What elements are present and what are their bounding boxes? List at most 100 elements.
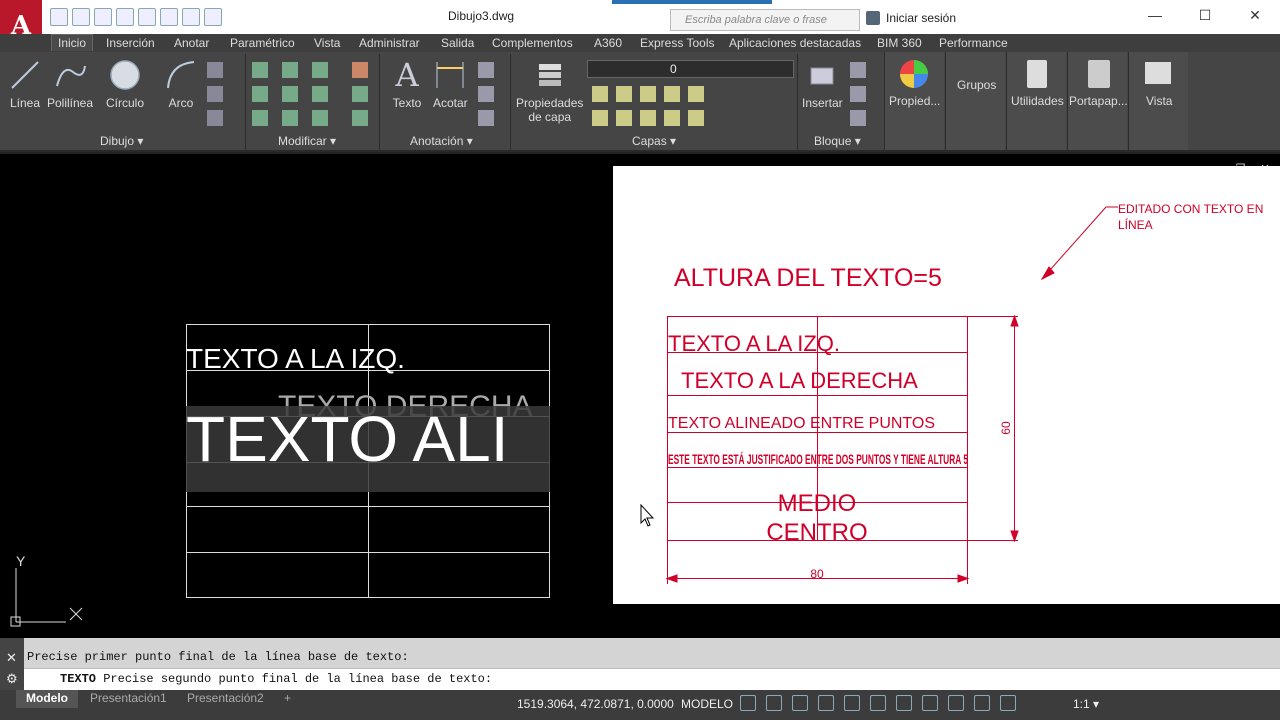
polyline-tool[interactable]: Polilínea — [47, 58, 93, 110]
layer-tool-icon[interactable] — [664, 86, 680, 102]
paper-space[interactable]: ALTURA DEL TEXTO=5 EDITADO CON TEXTO EN … — [613, 166, 1280, 604]
tab-modelo[interactable]: Modelo — [16, 690, 78, 708]
circle-tool[interactable]: Círculo — [106, 58, 144, 110]
region-icon[interactable] — [207, 110, 223, 126]
panel-bloque[interactable]: Bloque ▾ — [814, 134, 861, 148]
tab-a360[interactable]: A360 — [594, 36, 622, 50]
array-icon[interactable] — [312, 110, 328, 126]
wrench-icon[interactable]: ⚙ — [6, 671, 18, 687]
panel-dibujo[interactable]: Dibujo ▾ — [100, 134, 143, 148]
layer-tool-icon[interactable] — [640, 86, 656, 102]
tab-complementos[interactable]: Complementos — [492, 36, 573, 50]
insert-tool[interactable]: Insertar — [802, 58, 843, 110]
tab-parametrico[interactable]: Paramétrico — [230, 36, 295, 50]
tab-bim360[interactable]: BIM 360 — [877, 36, 922, 50]
open-icon[interactable] — [72, 8, 90, 26]
model-text-row3[interactable]: TEXTO ALI — [186, 403, 509, 475]
properties-panel[interactable]: Propied... — [884, 52, 944, 150]
grid-icon[interactable] — [740, 695, 756, 711]
annotation-note-line2[interactable]: LÍNEA — [1118, 217, 1153, 232]
layer-properties-tool[interactable]: Propiedades de capa — [516, 58, 583, 124]
layer-tool-icon[interactable] — [664, 110, 680, 126]
coordinates-readout[interactable]: 1519.3064, 472.0871, 0.0000 — [517, 697, 674, 711]
linear-dim-icon[interactable] — [478, 62, 494, 78]
print-icon[interactable] — [138, 8, 156, 26]
add-layout-button[interactable]: + — [274, 690, 301, 708]
line-tool[interactable]: Línea — [8, 58, 42, 110]
trim-icon[interactable] — [312, 62, 328, 78]
model-space-toggle[interactable]: MODELO — [681, 697, 733, 711]
hatch-icon[interactable] — [207, 86, 223, 102]
create-block-icon[interactable] — [850, 62, 866, 78]
undo-icon[interactable] — [160, 8, 178, 26]
panel-anotacion[interactable]: Anotación ▾ — [410, 134, 473, 148]
tab-performance[interactable]: Performance — [939, 36, 1008, 50]
layer-tool-icon[interactable] — [616, 110, 632, 126]
dimension-tool[interactable]: Acotar — [433, 58, 468, 110]
ortho-icon[interactable] — [792, 695, 808, 711]
drawing-area[interactable]: TEXTO A LA IZQ. TEXTO DERECHA TEXTO ALI … — [0, 154, 1280, 638]
leader-icon[interactable] — [478, 86, 494, 102]
utilities-panel[interactable]: Utilidades — [1006, 52, 1066, 150]
search-input[interactable]: Escriba palabra clave o frase — [670, 9, 860, 31]
tab-salida[interactable]: Salida — [441, 36, 474, 50]
layer-tool-icon[interactable] — [688, 110, 704, 126]
arc-tool[interactable]: Arco — [164, 58, 198, 110]
isodraft-icon[interactable] — [844, 695, 860, 711]
signin-button[interactable]: Iniciar sesión — [866, 11, 956, 25]
scale-icon[interactable] — [282, 110, 298, 126]
object-snap-icon[interactable] — [870, 695, 886, 711]
rectangle-icon[interactable] — [207, 62, 223, 78]
paper-row2[interactable]: TEXTO A LA DERECHA — [681, 368, 918, 393]
erase-icon[interactable] — [352, 62, 368, 78]
tab-administrar[interactable]: Administrar — [359, 36, 420, 50]
layer-tool-icon[interactable] — [592, 86, 608, 102]
move-icon[interactable] — [252, 62, 268, 78]
attributes-icon[interactable] — [850, 110, 866, 126]
layer-tool-icon[interactable] — [640, 110, 656, 126]
annotation-scale[interactable]: 1:1 ▾ — [1073, 697, 1099, 711]
annotation-scale-icon[interactable] — [1000, 695, 1016, 711]
mirror-icon[interactable] — [282, 86, 298, 102]
lineweight-icon[interactable] — [896, 695, 912, 711]
table-icon[interactable] — [478, 110, 494, 126]
explode-icon[interactable] — [352, 86, 368, 102]
groups-panel[interactable]: Grupos — [945, 52, 1005, 150]
paper-drawing[interactable]: ALTURA DEL TEXTO=5 EDITADO CON TEXTO EN … — [613, 166, 1280, 604]
polar-icon[interactable] — [818, 695, 834, 711]
model-space[interactable]: TEXTO A LA IZQ. TEXTO DERECHA TEXTO ALI … — [0, 154, 613, 638]
panel-capas[interactable]: Capas ▾ — [632, 134, 676, 148]
paper-title[interactable]: ALTURA DEL TEXTO=5 — [674, 264, 942, 292]
save-icon[interactable] — [94, 8, 112, 26]
layer-dropdown[interactable]: 0 — [587, 60, 794, 78]
close-button[interactable]: ✕ — [1230, 0, 1280, 30]
layer-tool-icon[interactable] — [592, 110, 608, 126]
tab-vista[interactable]: Vista — [314, 36, 340, 50]
panel-modificar[interactable]: Modificar ▾ — [278, 134, 336, 148]
tab-aplicaciones[interactable]: Aplicaciones destacadas — [729, 36, 861, 50]
annotation-visibility-icon[interactable] — [948, 695, 964, 711]
model-text-row1[interactable]: TEXTO A LA IZQ. — [186, 343, 405, 374]
tab-insercion[interactable]: Inserción — [106, 36, 155, 50]
tab-inicio[interactable]: Inicio — [51, 34, 94, 51]
rotate-icon[interactable] — [282, 62, 298, 78]
edit-block-icon[interactable] — [850, 86, 866, 102]
offset-icon[interactable] — [352, 110, 368, 126]
maximize-button[interactable]: ☐ — [1180, 0, 1230, 30]
text-tool[interactable]: A Texto — [390, 58, 424, 110]
view-panel[interactable]: Vista — [1128, 52, 1188, 150]
tab-presentacion2[interactable]: Presentación2 — [177, 690, 274, 708]
save-as-icon[interactable] — [116, 8, 134, 26]
redo-icon[interactable] — [182, 8, 200, 26]
command-input[interactable]: TEXTO Precise segundo punto final de la … — [24, 668, 1280, 690]
clipboard-panel[interactable]: Portapap... — [1067, 52, 1128, 150]
share-icon[interactable] — [204, 8, 222, 26]
autoscale-icon[interactable] — [974, 695, 990, 711]
close-command-icon[interactable]: ✕ — [6, 650, 17, 666]
paper-row4[interactable]: ESTE TEXTO ESTÁ JUSTIFICADO ENTRE DOS PU… — [668, 451, 968, 467]
fillet-icon[interactable] — [312, 86, 328, 102]
annotation-note-line1[interactable]: EDITADO CON TEXTO EN — [1118, 202, 1263, 216]
paper-row3[interactable]: TEXTO ALINEADO ENTRE PUNTOS — [668, 415, 935, 432]
layer-tool-icon[interactable] — [616, 86, 632, 102]
layer-tool-icon[interactable] — [688, 86, 704, 102]
